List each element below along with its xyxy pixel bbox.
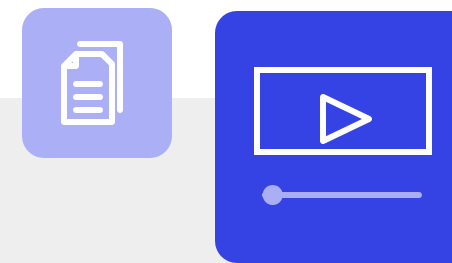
video-player-icon: [254, 67, 432, 205]
documents-tile[interactable]: [22, 8, 172, 158]
progress-scrubber[interactable]: [262, 185, 283, 205]
canvas: [0, 0, 452, 263]
documents-icon: [61, 41, 123, 125]
video-tile[interactable]: [215, 11, 452, 263]
video-screen-frame: [254, 67, 432, 155]
play-icon[interactable]: [320, 94, 372, 144]
